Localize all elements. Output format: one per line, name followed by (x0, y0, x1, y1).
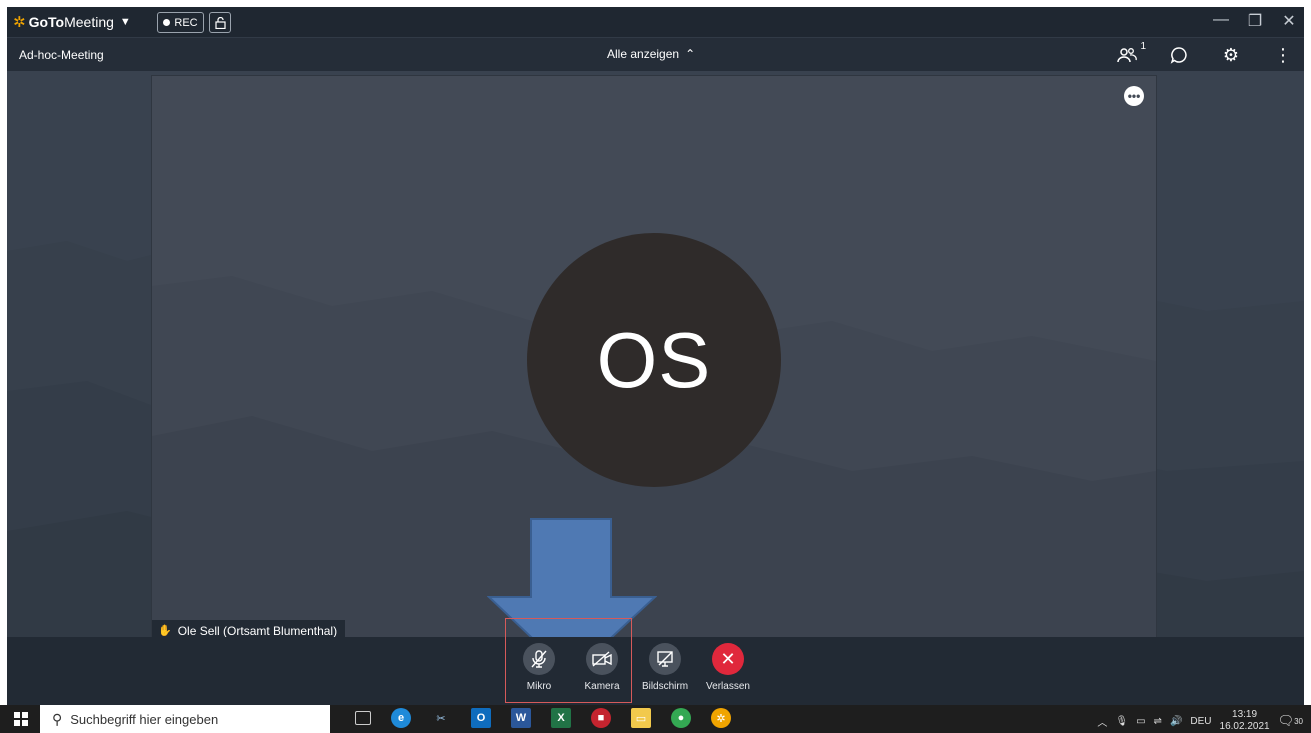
file-explorer-icon[interactable]: ▭ (631, 708, 651, 728)
participant-name: Ole Sell (Ortsamt Blumenthal) (177, 623, 338, 638)
lock-meeting-button[interactable] (209, 12, 231, 33)
gear-icon: ⚙ (1222, 44, 1240, 65)
record-button[interactable]: REC (157, 12, 204, 33)
leave-label: Verlassen (706, 681, 750, 692)
screen-share-off-icon (657, 651, 673, 667)
screen-share-button[interactable] (649, 643, 681, 675)
raised-hand-icon: ✋ (158, 625, 172, 637)
view-select-label: Alle anzeigen (607, 47, 680, 61)
search-icon: ⚲ (52, 710, 63, 727)
brand-meeting: Meeting (64, 14, 114, 30)
record-label: REC (174, 16, 198, 29)
title-bar: ✲ GoTo Meeting ▼ REC — ❐ ✕ (7, 7, 1304, 37)
app-red-icon[interactable]: ■ (591, 708, 611, 728)
participants-count: 1 (1140, 41, 1146, 52)
notification-count: 30 (1294, 716, 1303, 726)
chat-icon (1170, 47, 1187, 64)
minimize-icon[interactable]: — (1212, 11, 1230, 31)
chevron-down-icon: ▼ (119, 16, 131, 28)
close-icon[interactable]: ✕ (1280, 11, 1298, 31)
app-menu-button[interactable]: ✲ GoTo Meeting ▼ (13, 13, 131, 31)
chevron-updown-icon: ⌃ (685, 47, 696, 61)
participants-button[interactable]: 1 (1116, 41, 1146, 66)
annotation-highlight-box (505, 618, 632, 703)
clock[interactable]: 13:19 16.02.2021 (1220, 709, 1270, 733)
screen-control[interactable]: Bildschirm (635, 643, 695, 692)
edge-icon[interactable]: e (391, 708, 411, 728)
video-stage: ••• OS ✋ Ole Sell (Ortsamt Blumenthal) (7, 71, 1304, 705)
settings-button[interactable]: ⚙ (1220, 44, 1242, 66)
gotomeeting-taskbar-icon[interactable]: ✲ (711, 708, 731, 728)
task-view-icon[interactable] (355, 711, 371, 725)
view-select[interactable]: Alle anzeigen ⌃ (607, 47, 695, 61)
close-icon: ✕ (720, 648, 736, 669)
gotomeeting-logo-icon: ✲ (13, 14, 26, 31)
gotomeeting-window: ✲ GoTo Meeting ▼ REC — ❐ ✕ Ad-hoc-Meetin… (7, 7, 1304, 705)
search-placeholder: Suchbegriff hier eingeben (70, 711, 219, 727)
language-indicator[interactable]: DEU (1190, 716, 1211, 727)
avatar: OS (527, 233, 781, 487)
meeting-bar: Ad-hoc-Meeting Alle anzeigen ⌃ 1 ⚙ ⋮ (7, 37, 1304, 72)
people-icon (1117, 48, 1137, 63)
unlock-icon (214, 16, 226, 29)
windows-start-icon[interactable] (14, 712, 28, 726)
chevron-up-icon[interactable]: ︿ (1097, 714, 1107, 729)
outlook-icon[interactable]: O (471, 708, 491, 728)
microphone-icon[interactable]: 🎙 (1115, 716, 1128, 727)
tile-options-button[interactable]: ••• (1124, 86, 1144, 106)
windows-taskbar: ⚲ Suchbegriff hier eingeben e ✂ O W X ■ … (0, 705, 1311, 733)
network-icon[interactable]: ⇌ (1154, 716, 1162, 727)
excel-icon[interactable]: X (551, 708, 571, 728)
brand-goto: GoTo (28, 14, 65, 30)
leave-control[interactable]: ✕ Verlassen (698, 643, 758, 692)
screen-label: Bildschirm (641, 681, 689, 692)
more-options-button[interactable]: ⋮ (1272, 44, 1294, 66)
system-tray: ︿ 🎙 ▭ ⇌ 🔊 DEU 13:19 16.02.2021 🗨 30 (1097, 709, 1303, 733)
chrome-icon[interactable]: ● (671, 708, 691, 728)
control-bar: Mikro Kamera Bildschirm ✕ Verlassen (7, 637, 1304, 705)
leave-button[interactable]: ✕ (712, 643, 744, 675)
meeting-name: Ad-hoc-Meeting (19, 48, 104, 62)
snipping-tool-icon[interactable]: ✂ (431, 708, 451, 728)
clock-time: 13:19 (1232, 709, 1258, 720)
record-dot-icon (163, 19, 171, 26)
notifications-icon[interactable]: 🗨 (1278, 713, 1295, 729)
taskbar-apps: e ✂ O W X ■ ▭ ● ✲ (355, 708, 731, 728)
more-vertical-icon: ⋮ (1274, 44, 1292, 65)
restore-icon[interactable]: ❐ (1246, 11, 1264, 31)
word-icon[interactable]: W (511, 708, 531, 728)
taskbar-search-box[interactable]: ⚲ Suchbegriff hier eingeben (40, 705, 330, 733)
chat-button[interactable] (1168, 44, 1190, 66)
window-controls: — ❐ ✕ (1212, 11, 1298, 31)
battery-icon[interactable]: ▭ (1136, 716, 1145, 727)
clock-date: 16.02.2021 (1219, 721, 1270, 732)
volume-icon[interactable]: 🔊 (1170, 716, 1182, 727)
meeting-actions: 1 ⚙ ⋮ (1116, 41, 1294, 66)
